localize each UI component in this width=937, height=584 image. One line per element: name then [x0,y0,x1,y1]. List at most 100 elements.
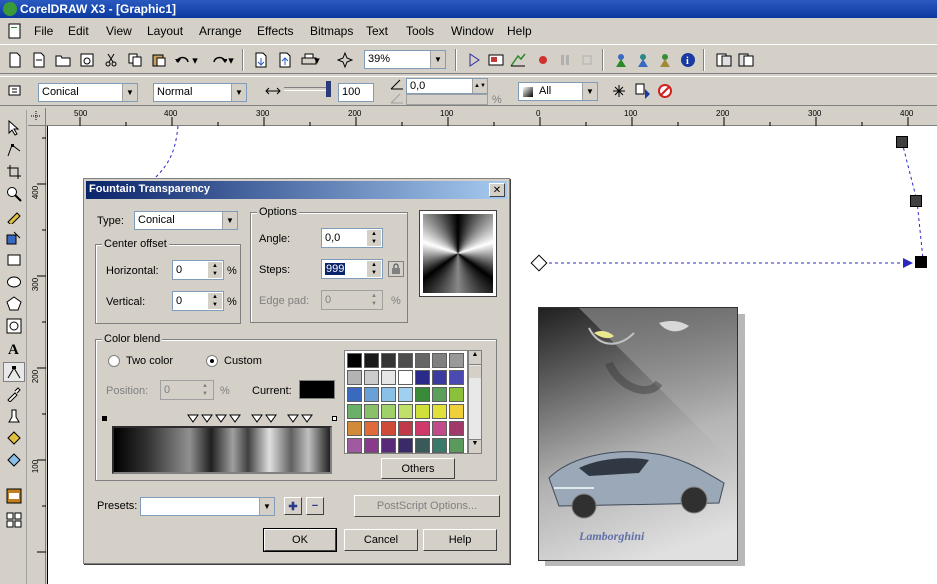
transparency-slider[interactable] [284,87,330,91]
info-icon[interactable]: i [677,49,699,71]
type-select[interactable]: Conical ▼ [134,211,238,230]
vertical-ruler[interactable]: 400 300 200 100 [28,126,46,584]
print-dropdown-icon[interactable]: ▾ [312,49,322,71]
palette-swatch[interactable] [398,353,413,368]
palette-swatch[interactable] [381,438,396,453]
menu-view[interactable]: View [106,24,132,38]
copy-transparency-icon[interactable] [632,80,654,102]
horizontal-ruler[interactable]: 500 400 300 200 100 0 100 200 300 400 [46,108,937,126]
transparency-slider-handle[interactable] [326,81,331,97]
blend-end-marker[interactable] [332,416,337,421]
palette-scrollbar[interactable]: ▲ ▼ [468,350,482,454]
palette-swatch[interactable] [415,421,430,436]
add-preset-button[interactable]: ✚ [284,497,302,515]
palette-swatch[interactable] [432,421,447,436]
save-icon[interactable] [76,49,98,71]
transparency-end-handle[interactable] [915,256,927,268]
clear-transparency-icon[interactable] [654,80,676,102]
palette-swatch[interactable] [364,370,379,385]
horizontal-field[interactable]: 0 ▲ ▼ [172,260,224,280]
basic-shapes-tool-icon[interactable] [3,316,25,336]
two-color-radio[interactable] [108,355,120,367]
transparency-node-handle[interactable] [910,195,922,207]
palette-swatch[interactable] [347,387,362,402]
transparency-operation-select[interactable]: Normal ▼ [153,83,247,102]
menu-arrange[interactable]: Arrange [199,24,242,38]
script-editor-icon[interactable] [507,49,529,71]
palette-swatch[interactable] [398,404,413,419]
color-blend-bar[interactable] [112,426,332,474]
palette-swatch[interactable] [381,421,396,436]
menu-window[interactable]: Window [451,24,494,38]
scroll-down-icon[interactable]: ▼ [469,439,481,453]
spin-arrows-icon[interactable]: ▲ ▼ [367,261,381,277]
palette-swatch[interactable] [432,370,447,385]
palette-swatch[interactable] [415,404,430,419]
color-palette[interactable] [344,350,468,454]
grid-icon[interactable] [3,510,25,530]
remove-preset-button[interactable]: − [306,497,324,515]
palette-swatch[interactable] [449,353,464,368]
palette-swatch[interactable] [347,353,362,368]
angle-field[interactable]: 0,0 ▲▼ [406,78,488,94]
close-icon[interactable]: ✕ [489,183,505,197]
menu-help[interactable]: Help [507,24,532,38]
play-icon[interactable] [463,49,485,71]
transparency-node-handle[interactable] [896,136,908,148]
shape-tool-icon[interactable] [3,140,25,160]
import-icon[interactable] [250,49,272,71]
copy-icon[interactable] [124,49,146,71]
scroll-up-icon[interactable]: ▲ [469,351,481,365]
palette-swatch[interactable] [347,421,362,436]
crop-tool-icon[interactable] [3,162,25,182]
zoom-select[interactable]: 39% ▼ [364,50,446,69]
pick-tool-icon[interactable] [3,118,25,138]
smart-fill-tool-icon[interactable] [3,228,25,248]
cut-icon[interactable] [100,49,122,71]
lock-icon[interactable] [388,261,404,277]
palette-swatch[interactable] [398,421,413,436]
interactive-fill-tool-icon[interactable] [3,450,25,470]
palette-swatch[interactable] [364,421,379,436]
freeze-icon[interactable] [608,80,630,102]
transparency-target-select[interactable]: All ▼ [518,82,598,101]
palette-swatch[interactable] [347,370,362,385]
polygon-tool-icon[interactable] [3,294,25,314]
palette-swatch[interactable] [415,353,430,368]
vertical-field[interactable]: 0 ▲ ▼ [172,291,224,311]
menu-file[interactable]: File [34,24,53,38]
palette-swatch[interactable] [364,438,379,453]
transparency-presets-icon[interactable] [6,80,28,102]
open-icon[interactable] [52,49,74,71]
palette-swatch[interactable] [364,404,379,419]
palette-swatch[interactable] [449,438,464,453]
palette-swatch[interactable] [364,387,379,402]
palette-swatch[interactable] [415,370,430,385]
paste-properties-icon[interactable] [735,49,757,71]
new-icon[interactable] [4,49,26,71]
cancel-button[interactable]: Cancel [344,529,418,551]
ellipse-tool-icon[interactable] [3,272,25,292]
palette-swatch[interactable] [449,404,464,419]
menu-text[interactable]: Text [366,24,388,38]
help-button[interactable]: Help [423,529,497,551]
spin-arrows-icon[interactable]: ▲ ▼ [208,293,222,309]
current-color-swatch[interactable] [299,380,335,399]
menu-effects[interactable]: Effects [257,24,293,38]
paste-icon[interactable] [148,49,170,71]
palette-swatch[interactable] [449,387,464,402]
whats-new-icon[interactable] [654,49,676,71]
presets-select[interactable]: ▼ [140,497,275,516]
pause-icon[interactable] [554,49,576,71]
menu-bitmaps[interactable]: Bitmaps [310,24,353,38]
document-icon[interactable] [4,20,26,42]
palette-swatch[interactable] [347,404,362,419]
eyedropper-tool-icon[interactable] [3,384,25,404]
angle-field[interactable]: 0,0 ▲▼ [321,228,383,248]
palette-swatch[interactable] [432,353,447,368]
dialog-title-bar[interactable]: Fountain Transparency ✕ [86,181,507,199]
palette-swatch[interactable] [398,438,413,453]
palette-swatch[interactable] [449,421,464,436]
palette-swatch[interactable] [432,387,447,402]
palette-swatch[interactable] [432,438,447,453]
